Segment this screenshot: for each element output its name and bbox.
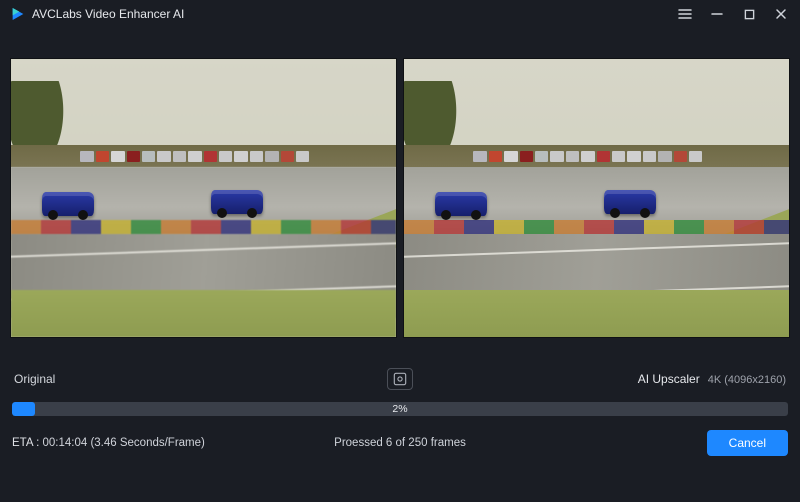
eta-label: ETA : [12,437,39,449]
minimize-icon[interactable] [708,5,726,23]
eta-value: 00:14:04 (3.46 Seconds/Frame) [42,437,204,449]
app-logo: AVCLabs Video Enhancer AI [10,6,184,22]
preview-area [0,28,800,348]
app-title: AVCLabs Video Enhancer AI [32,7,184,21]
progress-bar[interactable]: 2% [12,402,788,416]
compare-toggle-icon[interactable] [387,368,413,390]
enhanced-frame [403,58,790,338]
progress-percent: 2% [12,402,788,416]
original-frame [10,58,397,338]
maximize-icon[interactable] [740,5,758,23]
menu-icon[interactable] [676,5,694,23]
upscaler-label: AI Upscaler [638,372,700,386]
window-controls [676,5,790,23]
progress-section: 2% [0,398,800,422]
close-icon[interactable] [772,5,790,23]
original-label: Original [14,372,377,386]
processed-frames: Proessed 6 of 250 frames [275,437,526,449]
upscaler-resolution: 4K (4096x2160) [708,374,786,386]
eta-text: ETA : 00:14:04 (3.46 Seconds/Frame) [12,437,263,449]
cancel-button[interactable]: Cancel [707,430,788,456]
title-bar: AVCLabs Video Enhancer AI [0,0,800,28]
footer: ETA : 00:14:04 (3.46 Seconds/Frame) Proe… [0,422,800,466]
play-logo-icon [10,6,26,22]
upscaler-label-group: AI Upscaler 4K (4096x2160) [423,372,786,386]
labels-row: Original AI Upscaler 4K (4096x2160) [0,348,800,398]
